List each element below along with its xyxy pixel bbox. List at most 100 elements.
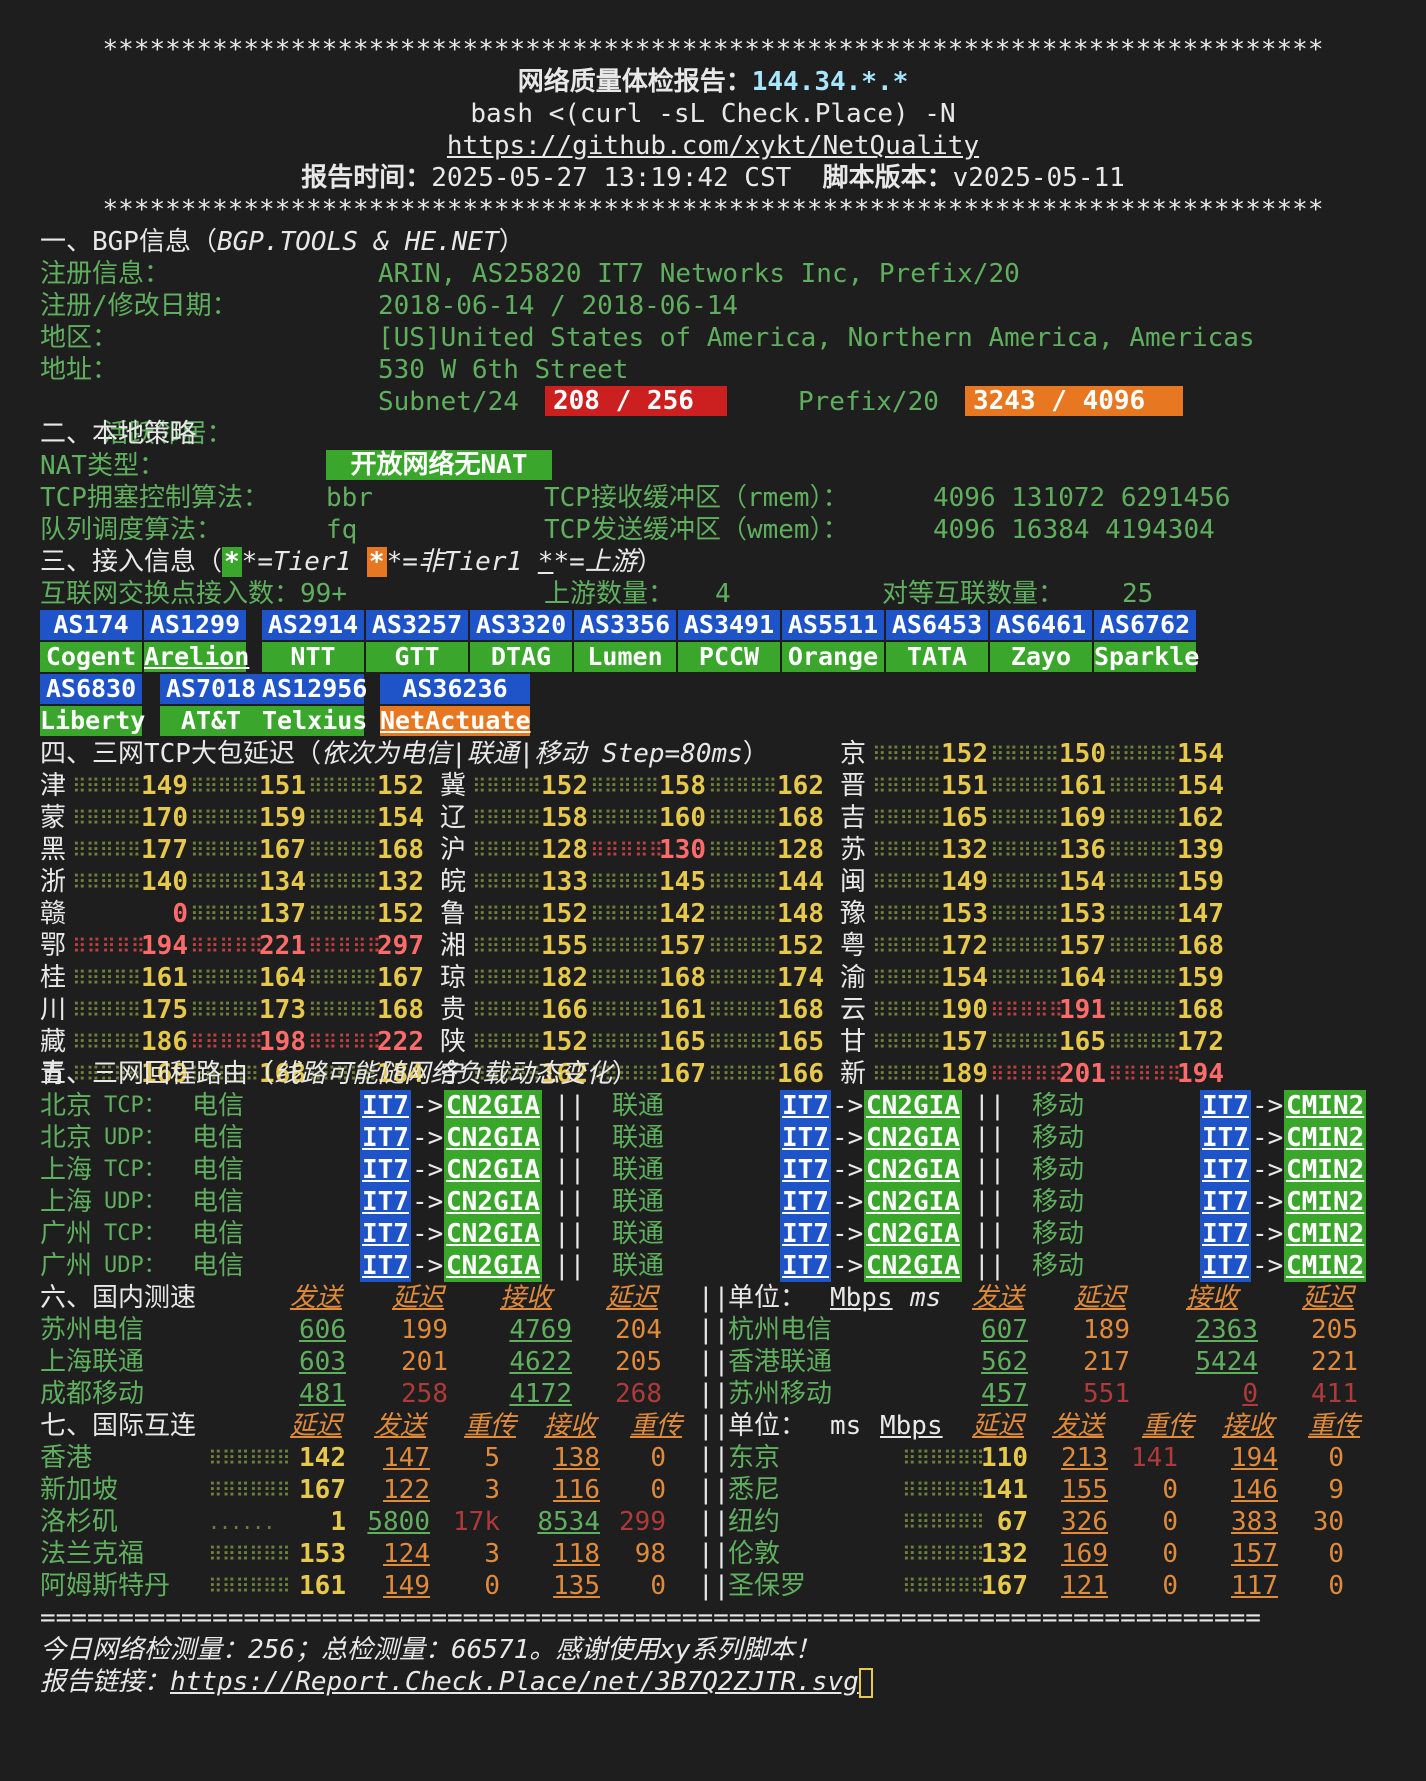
latency-value: 172	[941, 931, 988, 961]
route-separator: ||	[554, 1123, 586, 1153]
latency-dots: ⠿⠿⠿⠿⠿	[708, 806, 777, 830]
route-proto: TCP：	[104, 1093, 166, 1118]
route-separator: ||	[974, 1155, 1006, 1185]
domestic-divider: ||	[698, 1347, 730, 1377]
version: v2025-05-11	[952, 163, 1125, 193]
access-counts-row: 互联网交换点接入数：99+ 上游数量： 4 对等互联数量： 25	[40, 578, 1386, 610]
route-it7: IT7	[780, 1186, 831, 1218]
domestic-title: 六、国内测速	[40, 1283, 197, 1313]
wmem-value: 4096 16384 4194304	[933, 515, 1215, 545]
intl-latency: 161	[299, 1571, 346, 1601]
intl-retrans: 0	[1162, 1475, 1178, 1505]
intl-divider: ||	[698, 1539, 730, 1569]
domestic-recv: 2363	[1195, 1315, 1258, 1345]
province-label: 藏	[40, 1027, 67, 1057]
rmem-value: 4096 131072 6291456	[933, 483, 1231, 513]
latency-dots: ⠿⠿⠿⠿⠿	[872, 902, 941, 926]
route-arrow: ->	[412, 1091, 444, 1121]
route-arrow: ->	[412, 1123, 444, 1153]
latency-value: 154	[1059, 867, 1106, 897]
latency-dots: ⠿⠿⠿⠿⠿	[190, 806, 259, 830]
route-carrier-cm: 移动	[1032, 1123, 1085, 1153]
footer-link-label: 报告链接：	[40, 1667, 171, 1697]
intl-divider: ||	[698, 1411, 730, 1441]
intl-node: 洛杉矶	[40, 1507, 119, 1537]
latency-value: 150	[1059, 739, 1106, 769]
route-it7: IT7	[1200, 1250, 1251, 1282]
footer-link[interactable]: https://Report.Check.Place/net/3B7Q2ZJTR…	[170, 1667, 859, 1697]
route-it7: IT7	[780, 1122, 831, 1154]
latency-value: 191	[1059, 995, 1106, 1025]
domestic-node: 成都移动	[40, 1379, 145, 1409]
route-separator: ||	[974, 1091, 1006, 1121]
latency-dots: ⠿⠿⠿⠿⠿	[872, 966, 941, 990]
intl-node: 阿姆斯特丹	[40, 1571, 171, 1601]
latency-value: 194	[141, 931, 188, 961]
domestic-send: 606	[299, 1315, 346, 1345]
latency-value: 155	[541, 931, 588, 961]
legend-upstream: **=上游	[538, 547, 637, 577]
domestic-recv: 4172	[509, 1379, 572, 1409]
intl-divider: ||	[698, 1443, 730, 1473]
route-it7: IT7	[1200, 1122, 1251, 1154]
province-label: 辽	[440, 803, 467, 833]
intl-node: 伦敦	[728, 1539, 781, 1569]
latency-dots: ⠿⠿⠿⠿⠿	[708, 774, 777, 798]
asn-number: AS174	[40, 610, 142, 640]
intl-retrans2: 98	[634, 1539, 666, 1569]
province-label: 湘	[440, 931, 467, 961]
access-title-end: ）	[636, 547, 663, 577]
asn-number: AS6461	[990, 610, 1092, 640]
latency-value: 159	[1177, 963, 1224, 993]
legend-upstream-text: *=上游	[553, 547, 637, 577]
latency-value: 172	[1177, 1027, 1224, 1057]
qdisc-label: 队列调度算法：	[40, 515, 223, 545]
route-arrow: ->	[1252, 1251, 1284, 1281]
intl-latency-dots: ......	[208, 1510, 275, 1534]
intl-unit-a: ms	[830, 1411, 862, 1441]
latency-dots: ⠿⠿⠿⠿⠿	[708, 998, 777, 1022]
latency-dots: ⠿⠿⠿⠿⠿	[72, 838, 141, 862]
bgp-region-label: 地区：	[40, 323, 119, 353]
latency-value: 161	[659, 995, 706, 1025]
domestic-latency: 201	[401, 1347, 448, 1377]
route-carrier-ct: 电信	[192, 1219, 245, 1249]
route-dest: CN2GIA	[864, 1122, 962, 1154]
domestic-send: 562	[981, 1347, 1028, 1377]
intl-latency: 67	[996, 1507, 1028, 1537]
subnet-label: Subnet/24	[378, 387, 519, 417]
terminal: ****************************************…	[0, 0, 1426, 1781]
latency-value: 175	[141, 995, 188, 1025]
route-dest: CMIN2	[1284, 1186, 1367, 1218]
peer-value: 25	[1122, 579, 1154, 609]
route-separator: ||	[554, 1219, 586, 1249]
route-it7: IT7	[780, 1250, 831, 1282]
repo-link[interactable]: https://github.com/xykt/NetQuality	[447, 131, 979, 161]
route-it7: IT7	[360, 1250, 411, 1282]
route-dest: CN2GIA	[864, 1186, 962, 1218]
latency-value: 152	[941, 739, 988, 769]
domestic-header: 延迟	[606, 1283, 659, 1313]
latency-dots: ⠿⠿⠿⠿⠿	[990, 934, 1059, 958]
latency-value: 0	[172, 899, 188, 929]
asn-name: Sparkle	[1094, 642, 1200, 672]
intl-retrans2: 0	[1328, 1571, 1344, 1601]
route-carrier-cu: 联通	[612, 1187, 665, 1217]
latency-dots: ⠿⠿⠿⠿⠿	[190, 774, 259, 798]
latency-value: 165	[1059, 1027, 1106, 1057]
route-dest: CN2GIA	[444, 1122, 542, 1154]
route-carrier-cu: 联通	[612, 1155, 665, 1185]
latency-value: 173	[259, 995, 306, 1025]
route-dest: CN2GIA	[444, 1250, 542, 1282]
legend-tier1-text: *=Tier1	[241, 547, 367, 577]
latency-value: 159	[1177, 867, 1224, 897]
route-separator: ||	[554, 1187, 586, 1217]
bgp-region-value: [US]United States of America, Northern A…	[378, 323, 1255, 353]
latency-dots: ⠿⠿⠿⠿⠿	[590, 902, 659, 926]
domestic-latency2: 205	[615, 1347, 662, 1377]
latency-value: 153	[1059, 899, 1106, 929]
route-carrier-cm: 移动	[1032, 1251, 1085, 1281]
domestic-latency: 258	[401, 1379, 448, 1409]
route-dest: CN2GIA	[444, 1090, 542, 1122]
report-time: 2025-05-27 13:19:42 CST	[431, 163, 792, 193]
